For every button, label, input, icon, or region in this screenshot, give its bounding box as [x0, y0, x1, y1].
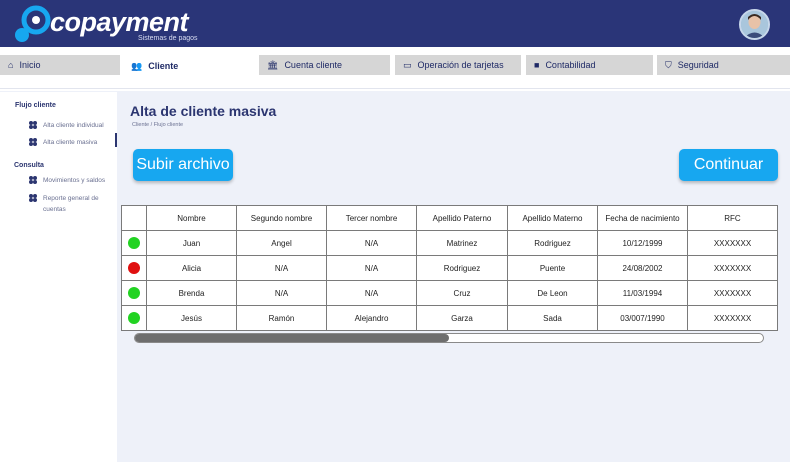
- page-title: Alta de cliente masiva: [130, 103, 277, 119]
- table-cell: N/A: [326, 280, 417, 306]
- sidebar-item-label: Movimientos y saldos: [43, 177, 106, 184]
- column-header: Apellido Materno: [507, 205, 598, 231]
- scrollbar-thumb[interactable]: [135, 334, 449, 342]
- tab-label: Cuenta cliente: [284, 60, 342, 70]
- table-cell: Brenda: [146, 280, 237, 306]
- logo-subtitle: Sistemas de pagos: [138, 35, 198, 42]
- ledger-icon: ■: [534, 60, 540, 70]
- column-header: RFC: [687, 205, 778, 231]
- tab-operacion-tarjetas[interactable]: ▭ Operación de tarjetas: [395, 55, 521, 75]
- tab-cliente[interactable]: 👥 Cliente: [123, 53, 257, 79]
- table-row[interactable]: Jesús Ramón Alejandro Garza Sada 03/007/1990 X…: [121, 305, 778, 331]
- table-cell: Juan: [146, 230, 237, 256]
- main-tabs: ⌂ Inicio 👥 Cliente 🏛 Cuenta cliente ▭ Op…: [0, 47, 790, 91]
- column-header: Apellido Paterno: [416, 205, 508, 231]
- sidebar-section-consulta: Consulta: [14, 162, 44, 169]
- table-header-row: Nombre Segundo nombre Tercer nombre Apel…: [121, 205, 778, 231]
- status-cell: [121, 280, 147, 306]
- column-header: Nombre: [146, 205, 237, 231]
- user-portrait-icon: [741, 11, 768, 38]
- users-icon: [29, 176, 38, 184]
- tab-label: Cliente: [148, 61, 179, 71]
- table-cell: Alicia: [146, 255, 237, 281]
- column-header-status: [121, 205, 147, 231]
- tab-label: Contabilidad: [545, 60, 596, 70]
- tab-cuenta-cliente[interactable]: 🏛 Cuenta cliente: [259, 55, 390, 75]
- sidebar-section-flujo-cliente: Flujo cliente: [15, 102, 56, 109]
- table-cell: XXXXXXX: [687, 255, 778, 281]
- bank-icon: 🏛: [267, 59, 279, 70]
- app-header: copayment Sistemas de pagos: [0, 0, 790, 47]
- table-cell: N/A: [326, 255, 417, 281]
- table-cell: Cruz: [416, 280, 508, 306]
- tab-underline: [0, 80, 790, 89]
- tab-seguridad[interactable]: ⛉ Seguridad: [657, 55, 790, 75]
- status-ok-indicator: [128, 312, 140, 324]
- table-cell: N/A: [326, 230, 417, 256]
- status-cell: [121, 305, 147, 331]
- table-cell: 24/08/2002: [597, 255, 688, 281]
- table-row[interactable]: Alicia N/A N/A Rodriguez Puente 24/08/2002 XXX…: [121, 255, 778, 281]
- tab-label: Seguridad: [677, 60, 719, 70]
- upload-file-button[interactable]: Subir archivo: [133, 149, 233, 181]
- breadcrumb[interactable]: Cliente / Flujo cliente: [132, 122, 183, 128]
- sidebar-item-label: Reporte general de cuentas: [43, 195, 99, 213]
- sidebar-item-label: Alta cliente individual: [43, 122, 104, 129]
- status-error-indicator: [128, 262, 140, 274]
- table-cell: De Leon: [507, 280, 598, 306]
- table-cell: Rodriguez: [416, 255, 508, 281]
- clients-table: Nombre Segundo nombre Tercer nombre Apel…: [121, 205, 778, 331]
- table-cell: 11/03/1994: [597, 280, 688, 306]
- status-ok-indicator: [128, 237, 140, 249]
- table-cell: N/A: [236, 255, 327, 281]
- sidebar-item-label: Alta cliente masiva: [43, 139, 98, 146]
- column-header: Fecha de nacimiento: [597, 205, 688, 231]
- users-icon: [29, 121, 38, 129]
- tab-label: Operación de tarjetas: [417, 60, 504, 70]
- sidebar-item-alta-individual[interactable]: Alta cliente individual: [29, 120, 104, 131]
- sidebar-item-alta-masiva[interactable]: Alta cliente masiva: [29, 137, 97, 148]
- sidebar-active-indicator: [115, 133, 117, 147]
- column-header: Segundo nombre: [236, 205, 327, 231]
- credit-card-icon: ▭: [403, 59, 412, 70]
- table-cell: Jesús: [146, 305, 237, 331]
- logo-text: copayment: [50, 7, 189, 37]
- logo-mark-icon: [15, 5, 51, 42]
- sidebar-item-reporte-general[interactable]: Reporte general de cuentas: [29, 193, 109, 215]
- table-cell: Matrinez: [416, 230, 508, 256]
- table-cell: 10/12/1999: [597, 230, 688, 256]
- user-avatar[interactable]: [739, 9, 770, 40]
- table-cell: XXXXXXX: [687, 305, 778, 331]
- users-icon: 👥: [131, 60, 143, 71]
- sidebar: Flujo cliente Alta cliente individual Al…: [0, 92, 117, 462]
- users-icon: [29, 194, 38, 202]
- table-cell: 03/007/1990: [597, 305, 688, 331]
- tab-inicio[interactable]: ⌂ Inicio: [0, 55, 120, 75]
- continue-button[interactable]: Continuar: [679, 149, 778, 181]
- sidebar-item-movimientos[interactable]: Movimientos y saldos: [29, 175, 105, 186]
- table-cell: XXXXXXX: [687, 230, 778, 256]
- table-cell: Sada: [507, 305, 598, 331]
- table-cell: XXXXXXX: [687, 280, 778, 306]
- status-cell: [121, 255, 147, 281]
- table-cell: N/A: [236, 280, 327, 306]
- table-cell: Angel: [236, 230, 327, 256]
- tab-contabilidad[interactable]: ■ Contabilidad: [526, 55, 653, 75]
- horizontal-scrollbar[interactable]: [134, 333, 764, 343]
- app-logo[interactable]: copayment Sistemas de pagos: [10, 3, 220, 45]
- column-header: Tercer nombre: [326, 205, 417, 231]
- table-row[interactable]: Brenda N/A N/A Cruz De Leon 11/03/1994 XXXXXXX: [121, 280, 778, 306]
- shield-icon: ⛉: [665, 59, 672, 70]
- home-icon: ⌂: [8, 60, 14, 70]
- status-cell: [121, 230, 147, 256]
- table-cell: Garza: [416, 305, 508, 331]
- table-row[interactable]: Juan Angel N/A Matrinez Rodriguez 10/12/1999 X…: [121, 230, 778, 256]
- table-cell: Rodriguez: [507, 230, 598, 256]
- status-ok-indicator: [128, 287, 140, 299]
- table-cell: Ramón: [236, 305, 327, 331]
- users-icon: [29, 138, 38, 146]
- table-cell: Puente: [507, 255, 598, 281]
- table-cell: Alejandro: [326, 305, 417, 331]
- tab-label: Inicio: [19, 60, 41, 70]
